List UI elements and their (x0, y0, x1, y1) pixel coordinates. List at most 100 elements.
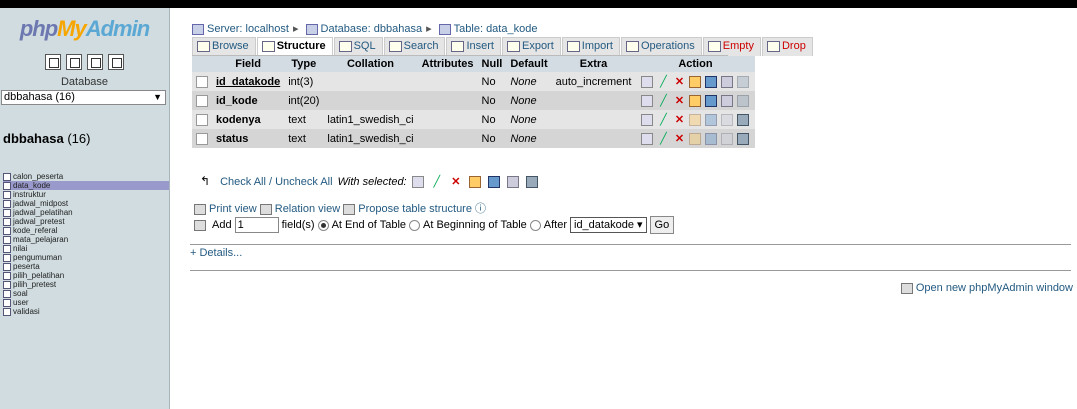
sidebar-table-item[interactable]: calon_peserta (3, 172, 169, 181)
tab-drop[interactable]: Drop (761, 37, 813, 56)
row-checkbox[interactable] (196, 132, 208, 145)
row-checkbox[interactable] (196, 94, 208, 107)
fulltext-icon[interactable] (737, 75, 750, 88)
table-list: calon_peserta data_kode instruktur jadwal_m… (3, 172, 169, 316)
unique-icon[interactable] (705, 113, 718, 126)
unique-icon[interactable] (705, 75, 718, 88)
tab-structure[interactable]: Structure (256, 37, 333, 56)
phpmyadmin-logo[interactable]: phpMyAdmin (0, 8, 169, 42)
go-button[interactable]: Go (649, 216, 675, 234)
help-icon[interactable]: ⓘ (475, 203, 486, 215)
database-select[interactable]: dbbahasa (16) ▼ (1, 90, 166, 105)
fulltext-icon[interactable] (526, 176, 539, 189)
index-icon[interactable] (507, 176, 519, 189)
tab-sql[interactable]: SQL (333, 37, 383, 56)
radio-end-of-table[interactable] (317, 219, 329, 231)
tab-import[interactable]: Import (561, 37, 620, 56)
unique-icon[interactable] (705, 94, 718, 107)
field-count-input[interactable] (234, 217, 279, 233)
sidebar-table-item[interactable]: pilih_pelatihan (3, 271, 169, 280)
drop-icon[interactable]: ✕ (673, 76, 685, 88)
unique-icon[interactable] (705, 132, 718, 145)
edit-icon[interactable]: ╱ (657, 114, 669, 126)
after-field-select[interactable]: id_datakode ▾ (570, 217, 647, 233)
operations-icon (625, 40, 639, 52)
radio-after[interactable] (529, 219, 541, 231)
tab-empty[interactable]: Empty (702, 37, 761, 56)
sidebar-table-item[interactable]: pilih_pretest (3, 280, 169, 289)
print-view-link[interactable]: Print view (209, 203, 257, 215)
browse-icon[interactable] (411, 176, 424, 189)
cell-extra (551, 91, 636, 110)
check-all-link[interactable]: Check All / Uncheck All (220, 176, 333, 188)
window-icon (900, 282, 913, 294)
query-icon[interactable] (65, 54, 82, 70)
index-icon[interactable] (721, 94, 734, 107)
sidebar-table-item[interactable]: data_kode (3, 181, 169, 190)
row-checkbox[interactable] (196, 75, 208, 88)
breadcrumb-server[interactable]: Server: localhost (207, 23, 289, 35)
sidebar-table-item[interactable]: nilai (3, 244, 169, 253)
index-icon[interactable] (721, 113, 734, 126)
sidebar-table-item[interactable]: soal (3, 289, 169, 298)
propose-structure-link[interactable]: Propose table structure (358, 203, 472, 215)
browse-icon[interactable] (641, 113, 654, 126)
sidebar-table-item[interactable]: mata_pelajaran (3, 235, 169, 244)
drop-icon[interactable]: ✕ (673, 133, 685, 145)
cell-field: kodenya (212, 110, 285, 129)
sidebar-table-label: nilai (13, 244, 28, 253)
tab-browse[interactable]: Browse (192, 37, 256, 56)
tab-label: Browse (212, 40, 249, 52)
sidebar-table-item[interactable]: instruktur (3, 190, 169, 199)
sidebar-table-item[interactable]: jadwal_midpost (3, 199, 169, 208)
sidebar-table-item[interactable]: validasi (3, 307, 169, 316)
browse-icon[interactable] (641, 132, 654, 145)
tab-operations[interactable]: Operations (620, 37, 702, 56)
sidebar-table-item[interactable]: pengumuman (3, 253, 169, 262)
index-icon[interactable] (721, 132, 734, 145)
browse-icon[interactable] (641, 75, 654, 88)
sidebar-table-item[interactable]: kode_referal (3, 226, 169, 235)
drop-icon[interactable]: ✕ (673, 95, 685, 107)
docs-icon[interactable] (87, 54, 104, 70)
drop-icon[interactable]: ✕ (450, 176, 462, 188)
sidebar-table-item[interactable]: jadwal_pretest (3, 217, 169, 226)
tab-insert[interactable]: Insert (446, 37, 501, 56)
primary-key-icon[interactable] (468, 176, 481, 189)
browse-icon[interactable] (641, 94, 654, 107)
sidebar-table-item[interactable]: jadwal_pelatihan (3, 208, 169, 217)
drop-icon (766, 40, 780, 52)
details-link[interactable]: + Details... (190, 247, 242, 259)
edit-icon[interactable]: ╱ (657, 95, 669, 107)
column-header-attributes: Attributes (417, 56, 478, 72)
relation-view-link[interactable]: Relation view (275, 203, 340, 215)
cell-action: ╱ ✕ (635, 110, 756, 129)
tab-search[interactable]: Search (383, 37, 446, 56)
new-window-link[interactable]: Open new phpMyAdmin window (900, 282, 1073, 294)
sidebar-table-item[interactable]: peserta (3, 262, 169, 271)
radio-beginning-of-table[interactable] (409, 219, 420, 231)
primary-key-icon[interactable] (689, 94, 702, 107)
fulltext-icon[interactable] (737, 132, 750, 145)
primary-key-icon[interactable] (689, 132, 702, 145)
breadcrumb-table[interactable]: Table: data_kode (454, 23, 538, 35)
fulltext-icon[interactable] (737, 94, 750, 107)
unique-icon[interactable] (487, 176, 500, 189)
index-icon[interactable] (721, 75, 734, 88)
reload-icon[interactable] (108, 54, 125, 70)
fulltext-icon[interactable] (737, 113, 750, 126)
drop-icon[interactable]: ✕ (673, 114, 685, 126)
home-icon[interactable] (44, 54, 61, 70)
edit-icon[interactable]: ╱ (657, 76, 669, 88)
primary-key-icon[interactable] (689, 75, 702, 88)
with-selected-label: With selected: (337, 176, 407, 188)
tab-export[interactable]: Export (501, 37, 561, 56)
edit-icon[interactable]: ╱ (657, 133, 669, 145)
edit-icon[interactable]: ╱ (431, 176, 443, 188)
primary-key-icon[interactable] (689, 113, 702, 126)
row-checkbox[interactable] (196, 113, 208, 126)
breadcrumb-database[interactable]: Database: dbbahasa (321, 23, 423, 35)
database-title[interactable]: dbbahasa (16) (3, 131, 169, 146)
chevron-down-icon: ▾ (637, 219, 643, 231)
sidebar-table-item[interactable]: user (3, 298, 169, 307)
